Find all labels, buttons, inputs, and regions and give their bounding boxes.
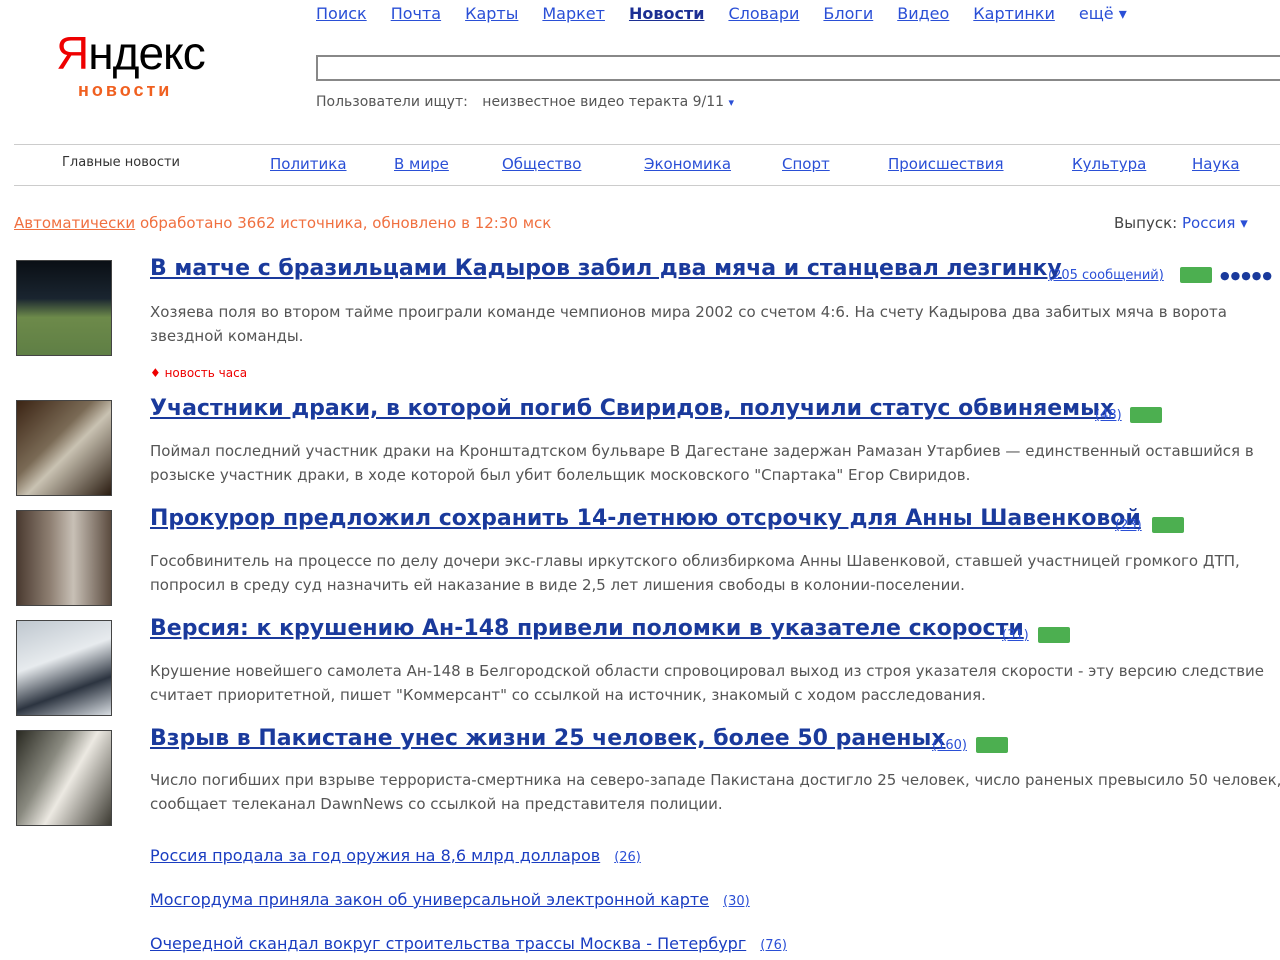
story-source-count[interactable]: (23) xyxy=(1115,518,1142,533)
video-icon[interactable] xyxy=(1038,627,1070,643)
story-thumbnail[interactable] xyxy=(16,510,112,606)
list-item: Очередной скандал вокруг строительства т… xyxy=(150,934,787,953)
service-link-blogs[interactable]: Блоги xyxy=(823,4,873,23)
service-link-mail[interactable]: Почта xyxy=(391,4,441,23)
service-link-video[interactable]: Видео xyxy=(897,4,949,23)
category-nav: Главные новости Политика В мире Общество… xyxy=(14,144,1280,186)
story-headline[interactable]: В матче с бразильцами Кадыров забил два … xyxy=(150,256,1062,281)
services-nav: Поиск Почта Карты Маркет Новости Словари… xyxy=(316,4,1127,23)
story-snippet: Крушение новейшего самолета Ан-148 в Бел… xyxy=(150,662,1265,704)
story-snippet: Число погибших при взрыве террориста-сме… xyxy=(150,771,1280,813)
more-story-link[interactable]: Россия продала за год оружия на 8,6 млрд… xyxy=(150,846,600,865)
story-headline[interactable]: Прокурор предложил сохранить 14-летнюю о… xyxy=(150,506,1141,531)
edition-value-text: Россия xyxy=(1181,214,1236,232)
nav-item-society[interactable]: Общество xyxy=(502,155,581,173)
nav-current-main-news: Главные новости xyxy=(62,155,180,170)
more-story-link[interactable]: Мосгордума приняла закон об универсально… xyxy=(150,890,709,909)
new-story-label: ♦ новость часа xyxy=(150,366,248,380)
update-status: Автоматически обработано 3662 источника,… xyxy=(14,214,551,232)
nav-item-science[interactable]: Наука xyxy=(1192,155,1240,173)
service-link-market[interactable]: Маркет xyxy=(542,4,605,23)
story-source-count[interactable]: (205 сообщений) xyxy=(1048,268,1164,283)
edition-selector: Выпуск: Россия ▾ xyxy=(1114,214,1248,232)
video-icon[interactable] xyxy=(1180,267,1212,283)
yandex-logo[interactable]: Яндекс новости xyxy=(56,30,206,101)
story-source-count[interactable]: (48) xyxy=(1095,408,1122,423)
story-thumbnail[interactable] xyxy=(16,260,112,356)
story-source-count[interactable]: (160) xyxy=(932,738,967,753)
story-snippet: Хозяева поля во втором тайме проиграли к… xyxy=(150,303,1227,345)
story-headline[interactable]: Версия: к крушению Ан-148 привели поломк… xyxy=(150,616,1024,641)
video-icon[interactable] xyxy=(1130,407,1162,423)
services-more[interactable]: ещё ▾ xyxy=(1079,4,1127,23)
nav-item-culture[interactable]: Культура xyxy=(1072,155,1146,173)
services-more-label: ещё xyxy=(1078,4,1114,23)
nav-item-world[interactable]: В мире xyxy=(394,155,449,173)
logo-first-letter: Я xyxy=(56,27,89,79)
list-item: Мосгордума приняла закон об универсально… xyxy=(150,890,750,909)
status-text: обработано 3662 источника, обновлено в 1… xyxy=(139,214,552,232)
status-automatic-link[interactable]: Автоматически xyxy=(14,214,135,232)
story-headline[interactable]: Взрыв в Пакистане унес жизни 25 человек,… xyxy=(150,726,946,751)
search-hint-query[interactable]: неизвестное видео теракта 9/11 xyxy=(482,94,724,110)
story-source-count[interactable]: (31) xyxy=(1002,628,1029,643)
logo-wordmark: Яндекс xyxy=(56,30,206,76)
nav-item-economy[interactable]: Экономика xyxy=(644,155,731,173)
chevron-down-icon: ▾ xyxy=(1118,4,1127,23)
video-icon[interactable] xyxy=(1152,517,1184,533)
service-link-search[interactable]: Поиск xyxy=(316,4,367,23)
edition-label: Выпуск: xyxy=(1114,214,1178,232)
logo-rest: ндекс xyxy=(88,27,205,79)
service-link-dictionaries[interactable]: Словари xyxy=(728,4,799,23)
hint-dropdown-icon[interactable]: ▾ xyxy=(729,96,735,109)
more-story-link[interactable]: Очередной скандал вокруг строительства т… xyxy=(150,934,746,953)
chevron-down-icon: ▾ xyxy=(1240,214,1248,232)
search-suggestion: Пользователи ищут: неизвестное видео тер… xyxy=(316,94,734,110)
story-snippet: Поймал последний участник драки на Кронш… xyxy=(150,442,1254,484)
story-headline[interactable]: Участники драки, в которой погиб Свиридо… xyxy=(150,396,1114,421)
service-link-images[interactable]: Картинки xyxy=(973,4,1055,23)
edition-value[interactable]: Россия ▾ xyxy=(1182,214,1248,232)
story-snippet: Гособвинитель на процессе по делу дочери… xyxy=(150,552,1240,594)
nav-item-incidents[interactable]: Происшествия xyxy=(888,155,1004,173)
story-thumbnail[interactable] xyxy=(16,400,112,496)
story-thumbnail[interactable] xyxy=(16,730,112,826)
nav-item-sport[interactable]: Спорт xyxy=(782,155,830,173)
new-story-label-text: новость часа xyxy=(164,366,248,380)
nav-item-politics[interactable]: Политика xyxy=(270,155,347,173)
list-item: Россия продала за год оружия на 8,6 млрд… xyxy=(150,846,641,865)
more-story-count[interactable]: (30) xyxy=(723,894,750,909)
service-link-maps[interactable]: Карты xyxy=(465,4,518,23)
more-story-count[interactable]: (26) xyxy=(614,850,641,865)
search-hint-label: Пользователи ищут: xyxy=(316,94,468,110)
logo-subtitle: новости xyxy=(78,80,173,100)
rating-dots-icon: ●●●●● xyxy=(1220,269,1273,282)
more-story-count[interactable]: (76) xyxy=(760,938,787,953)
story-thumbnail[interactable] xyxy=(16,620,112,716)
search-input[interactable] xyxy=(316,55,1280,81)
video-icon[interactable] xyxy=(976,737,1008,753)
service-link-news[interactable]: Новости xyxy=(629,4,704,23)
